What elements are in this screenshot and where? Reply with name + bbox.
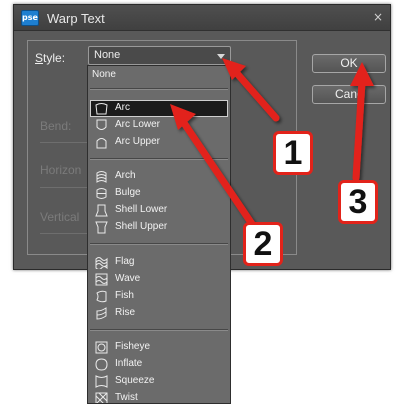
fish-icon xyxy=(96,290,107,303)
vertical-label: Vertical xyxy=(40,210,80,224)
vertical-slider-track xyxy=(40,233,90,234)
dropdown-item-label: Rise xyxy=(115,307,136,318)
arc-lower-icon xyxy=(96,119,107,130)
horizontal-label: Horizon xyxy=(40,163,82,177)
twist-icon xyxy=(95,392,108,403)
dropdown-item-arc-lower[interactable]: Arc Lower xyxy=(90,117,228,134)
dropdown-item-label: Arc Lower xyxy=(115,119,161,130)
fisheye-icon xyxy=(95,341,108,354)
dropdown-item-shell-upper[interactable]: Shell Upper xyxy=(90,219,228,236)
style-select[interactable]: None xyxy=(88,46,231,65)
dropdown-item-label: None xyxy=(92,69,116,80)
callout-badge-2: 2 xyxy=(243,222,283,266)
bulge-icon xyxy=(96,188,107,199)
callout-badge-3: 3 xyxy=(338,180,378,224)
dropdown-item-label: Arc Upper xyxy=(115,136,161,147)
style-select-value: None xyxy=(94,49,121,61)
dropdown-item-label: Arc xyxy=(115,102,130,113)
dropdown-item-label: Bulge xyxy=(115,187,141,198)
shell-lower-icon xyxy=(95,204,108,217)
dropdown-item-fish[interactable]: Fish xyxy=(90,288,228,305)
rise-icon xyxy=(96,307,107,320)
style-dropdown-list[interactable]: None Arc Arc Lower Arc Upper Arch Bulge … xyxy=(87,65,231,404)
dropdown-item-arc-upper[interactable]: Arc Upper xyxy=(90,134,228,151)
dropdown-separator xyxy=(90,158,228,160)
dropdown-item-label: Flag xyxy=(115,256,135,267)
style-label-rest: tyle: xyxy=(43,51,66,65)
dropdown-item-label: Shell Upper xyxy=(115,221,168,232)
dropdown-item-wave[interactable]: Wave xyxy=(90,271,228,288)
app-icon: pse xyxy=(21,10,39,26)
dropdown-separator xyxy=(90,329,228,331)
inflate-icon xyxy=(95,358,108,371)
style-label-accelerator: S xyxy=(35,51,44,65)
dropdown-item-label: Squeeze xyxy=(115,375,155,386)
dropdown-item-shell-lower[interactable]: Shell Lower xyxy=(90,202,228,219)
dropdown-item-squeeze[interactable]: Squeeze xyxy=(90,373,228,390)
arch-icon xyxy=(96,171,107,183)
dropdown-item-bulge[interactable]: Bulge xyxy=(90,185,228,202)
dropdown-item-label: Fisheye xyxy=(115,341,151,352)
title-bar[interactable]: pse Warp Text × xyxy=(14,5,390,31)
callout-badge-1: 1 xyxy=(273,131,313,175)
dropdown-item-flag[interactable]: Flag xyxy=(90,254,228,271)
dropdown-item-label: Arch xyxy=(115,170,136,181)
bend-slider-track xyxy=(40,142,90,143)
dropdown-item-fisheye[interactable]: Fisheye xyxy=(90,339,228,356)
bend-label: Bend: xyxy=(40,119,72,133)
dropdown-separator xyxy=(90,88,228,90)
dropdown-item-inflate[interactable]: Inflate xyxy=(90,356,228,373)
dropdown-item-arc[interactable]: Arc xyxy=(90,100,228,117)
dropdown-item-label: Inflate xyxy=(115,358,143,369)
horizontal-slider-track xyxy=(40,187,90,188)
dropdown-item-none[interactable]: None xyxy=(90,67,228,84)
squeeze-icon xyxy=(95,375,108,388)
arc-upper-icon xyxy=(96,138,107,149)
dropdown-item-label: Wave xyxy=(115,273,141,284)
dropdown-item-label: Twist xyxy=(115,392,138,403)
close-icon[interactable]: × xyxy=(373,10,383,24)
chevron-down-icon[interactable] xyxy=(217,54,225,59)
dropdown-item-label: Fish xyxy=(115,290,134,301)
arc-icon xyxy=(95,103,108,115)
dropdown-item-arch[interactable]: Arch xyxy=(90,168,228,185)
shell-upper-icon xyxy=(95,221,108,234)
dialog-title: Warp Text xyxy=(47,11,105,26)
style-label: Style: xyxy=(32,51,69,65)
dropdown-item-rise[interactable]: Rise xyxy=(90,305,228,322)
cancel-button[interactable]: Canc xyxy=(312,85,386,104)
dropdown-separator xyxy=(90,243,228,245)
ok-button[interactable]: OK xyxy=(312,54,386,73)
flag-icon xyxy=(95,257,108,269)
dropdown-item-twist[interactable]: Twist xyxy=(90,390,228,403)
dropdown-item-label: Shell Lower xyxy=(115,204,168,215)
wave-icon xyxy=(95,273,108,286)
